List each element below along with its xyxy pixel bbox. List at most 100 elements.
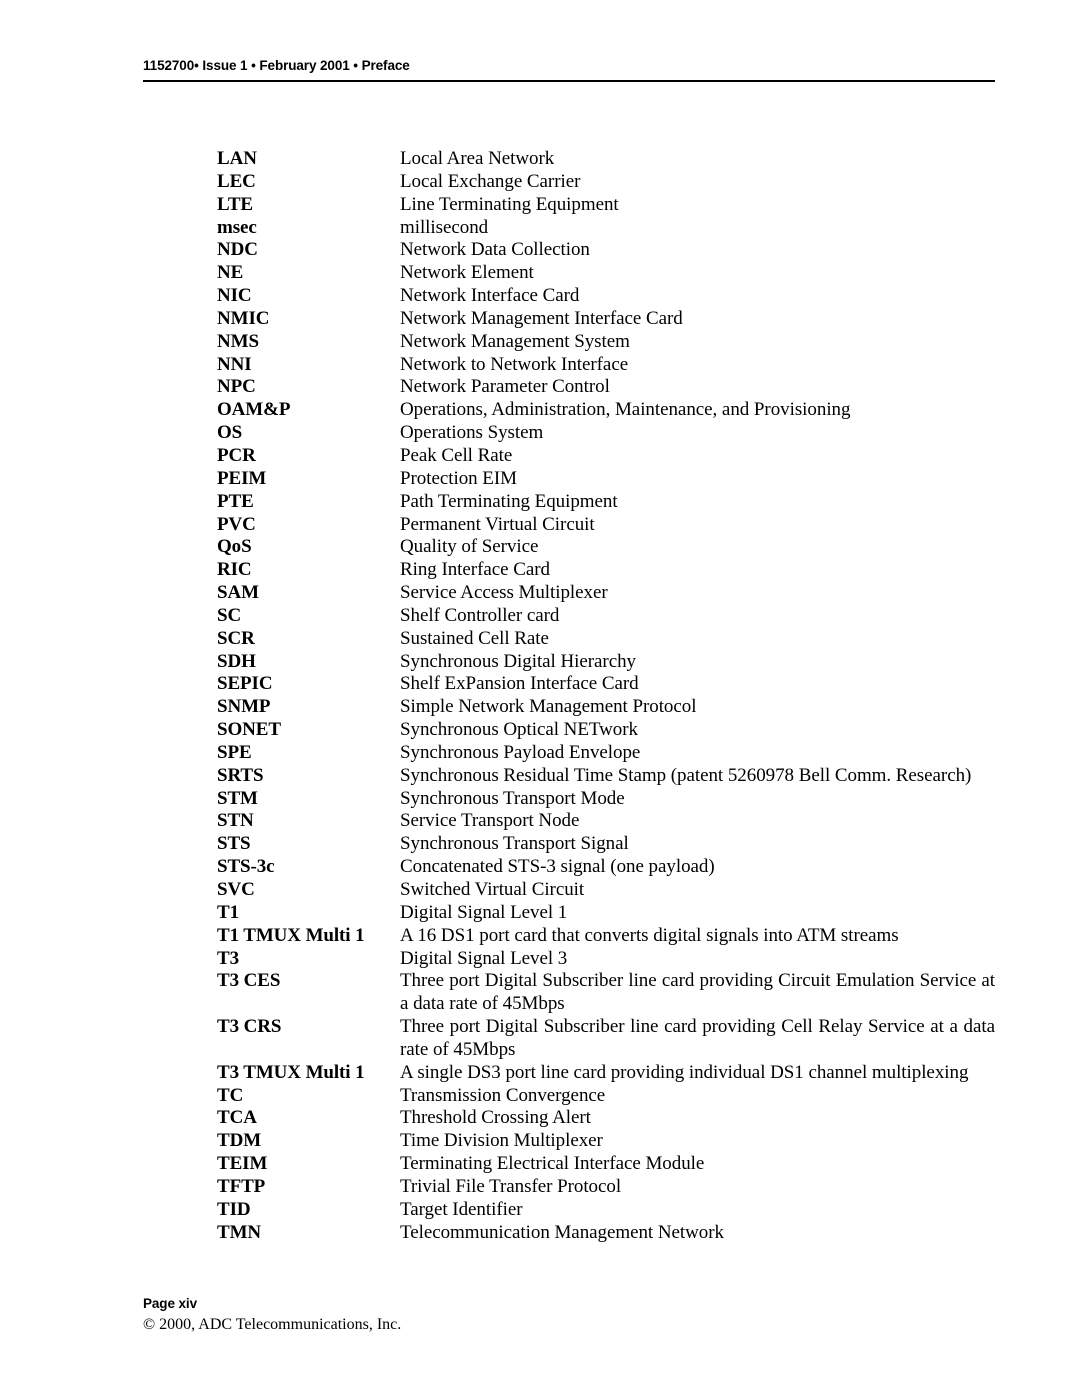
glossary-definition: Network to Network Interface (400, 353, 629, 375)
glossary-entry: PEIM Protection EIM (217, 468, 995, 491)
glossary-term: STS-3c (217, 856, 275, 878)
glossary-entry: TDM Time Division Multiplexer (217, 1130, 995, 1153)
glossary-definition: Quality of Service (400, 536, 539, 558)
glossary-entry: T1 Digital Signal Level 1 (217, 902, 995, 925)
glossary-entry: TID Target Identifier (217, 1199, 995, 1222)
page-footer: Page xiv © 2000, ADC Telecommunications,… (143, 1295, 995, 1335)
glossary-term: PCR (217, 444, 256, 466)
glossary-definition: Local Area Network (400, 148, 555, 169)
glossary-definition: millisecond (400, 216, 489, 238)
glossary-entry: msec millisecond (217, 217, 995, 240)
glossary-definition: Terminating Electrical Interface Module (400, 1153, 705, 1175)
glossary-definition: Time Division Multiplexer (400, 1130, 603, 1152)
glossary-term: NDC (217, 239, 258, 261)
glossary-definition: Line Terminating Equipment (400, 193, 619, 215)
glossary-entry: T3 Digital Signal Level 3 (217, 948, 995, 971)
glossary-entry: SNMP Simple Network Management Protocol (217, 696, 995, 719)
glossary-entry: SCR Sustained Cell Rate (217, 628, 995, 651)
header-divider-rule (143, 80, 995, 82)
glossary-term: NPC (217, 376, 256, 398)
glossary-definition: Three port Digital Subscriber line card … (400, 1016, 995, 1060)
glossary-definition: Operations System (400, 422, 544, 444)
glossary-definition: Threshold Crossing Alert (400, 1107, 591, 1129)
glossary-definition: Local Exchange Carrier (400, 170, 581, 192)
glossary-entry: TC Transmission Convergence (217, 1085, 995, 1108)
glossary-definition: Network Management System (400, 330, 630, 352)
glossary-entry: SPE Synchronous Payload Envelope (217, 742, 995, 765)
glossary-entry: OS Operations System (217, 422, 995, 445)
glossary-entry: SC Shelf Controller card (217, 605, 995, 628)
glossary-entry: NMIC Network Management Interface Card (217, 308, 995, 331)
glossary-term: T3 (217, 947, 239, 969)
glossary-term: TFTP (217, 1175, 266, 1197)
glossary-term: TC (217, 1084, 244, 1106)
glossary-definition: Permanent Virtual Circuit (400, 513, 595, 535)
glossary-term: NE (217, 262, 244, 284)
glossary-definition: Synchronous Transport Signal (400, 833, 629, 855)
header-document-info: 1152700• Issue 1 • February 2001 • Prefa… (143, 58, 410, 73)
glossary-entry: SAM Service Access Multiplexer (217, 582, 995, 605)
glossary-entry: STS Synchronous Transport Signal (217, 833, 995, 856)
glossary-entry: NE Network Element (217, 262, 995, 285)
glossary-definition: Peak Cell Rate (400, 444, 513, 466)
glossary-entry: STS-3c Concatenated STS-3 signal (one pay… (217, 856, 995, 879)
glossary-entry: TEIM Terminating Electrical Interface Mod… (217, 1153, 995, 1176)
glossary-entry: STM Synchronous Transport Mode (217, 788, 995, 811)
glossary-term: STM (217, 787, 258, 809)
glossary-definition: Synchronous Residual Time Stamp (patent … (400, 764, 972, 786)
glossary-term: TEIM (217, 1153, 268, 1175)
glossary-definition: Transmission Convergence (400, 1084, 606, 1106)
glossary-term: SVC (217, 879, 255, 900)
glossary-definition: Service Access Multiplexer (400, 582, 608, 604)
glossary-definition: Sustained Cell Rate (400, 627, 549, 649)
glossary-definition: Shelf ExPansion Interface Card (400, 673, 639, 695)
glossary-entry: RIC Ring Interface Card (217, 559, 995, 582)
glossary-term: NMS (217, 330, 259, 352)
glossary-term: T1 TMUX Multi 1 (217, 924, 365, 946)
glossary-definition: Synchronous Payload Envelope (400, 741, 641, 763)
glossary-definition: Telecommunication Management Network (400, 1221, 724, 1243)
glossary-entry: LEC Local Exchange Carrier (217, 171, 995, 194)
glossary-term: STS (217, 833, 251, 855)
glossary-term: SONET (217, 719, 281, 741)
glossary-definition: Digital Signal Level 1 (400, 901, 568, 923)
glossary-definition-list: LAN Local Area Network LEC Local Exchange C… (217, 148, 995, 1245)
glossary-term: T3 TMUX Multi 1 (217, 1061, 365, 1083)
page-header: 1152700• Issue 1 • February 2001 • Prefa… (143, 58, 995, 82)
glossary-definition: Network Element (400, 262, 534, 284)
glossary-entry: TMN Telecommunication Management Network (217, 1222, 995, 1245)
glossary-definition: Synchronous Digital Hierarchy (400, 650, 636, 672)
glossary-entry: T3 CES Three port Digital Subscriber line… (217, 970, 995, 1016)
glossary-entry: PVC Permanent Virtual Circuit (217, 514, 995, 537)
glossary-term: TID (217, 1198, 251, 1220)
glossary-definition: Shelf Controller card (400, 604, 560, 626)
glossary-entry: NDC Network Data Collection (217, 239, 995, 262)
glossary-definition: Digital Signal Level 3 (400, 947, 568, 969)
footer-copyright-notice: © 2000, ADC Telecommunications, Inc. (143, 1316, 402, 1333)
glossary-entry: PCR Peak Cell Rate (217, 445, 995, 468)
glossary-entry: SEPIC Shelf ExPansion Interface Card (217, 673, 995, 696)
glossary-term: OAM&P (217, 399, 291, 421)
glossary-definition: Network Parameter Control (400, 376, 610, 398)
glossary-entry: TCA Threshold Crossing Alert (217, 1107, 995, 1130)
glossary-entry: SONET Synchronous Optical NETwork (217, 719, 995, 742)
glossary-entry: NIC Network Interface Card (217, 285, 995, 308)
glossary-term: T1 (217, 901, 239, 923)
glossary-definition: Service Transport Node (400, 810, 580, 832)
glossary-term: T3 CES (217, 970, 281, 992)
glossary-term: TCA (217, 1107, 257, 1129)
glossary-term: TDM (217, 1130, 262, 1152)
glossary-definition: Ring Interface Card (400, 559, 550, 581)
glossary-term: SRTS (217, 764, 264, 786)
glossary-entry: SRTS Synchronous Residual Time Stamp (pat… (217, 765, 995, 788)
glossary-term: T3 CRS (217, 1016, 282, 1038)
glossary-definition: Three port Digital Subscriber line card … (400, 970, 995, 1015)
glossary-entry: QoS Quality of Service (217, 536, 995, 559)
glossary-definition: Network Data Collection (400, 239, 590, 261)
document-page: 1152700• Issue 1 • February 2001 • Prefa… (0, 0, 1080, 1397)
glossary-term: msec (217, 216, 257, 238)
glossary-entry: T3 CRS Three port Digital Subscriber line… (217, 1016, 995, 1062)
glossary-entry: T1 TMUX Multi 1 A 16 DS1 port card that c… (217, 925, 995, 948)
glossary-definition: Switched Virtual Circuit (400, 879, 585, 900)
glossary-term: SCR (217, 627, 255, 649)
